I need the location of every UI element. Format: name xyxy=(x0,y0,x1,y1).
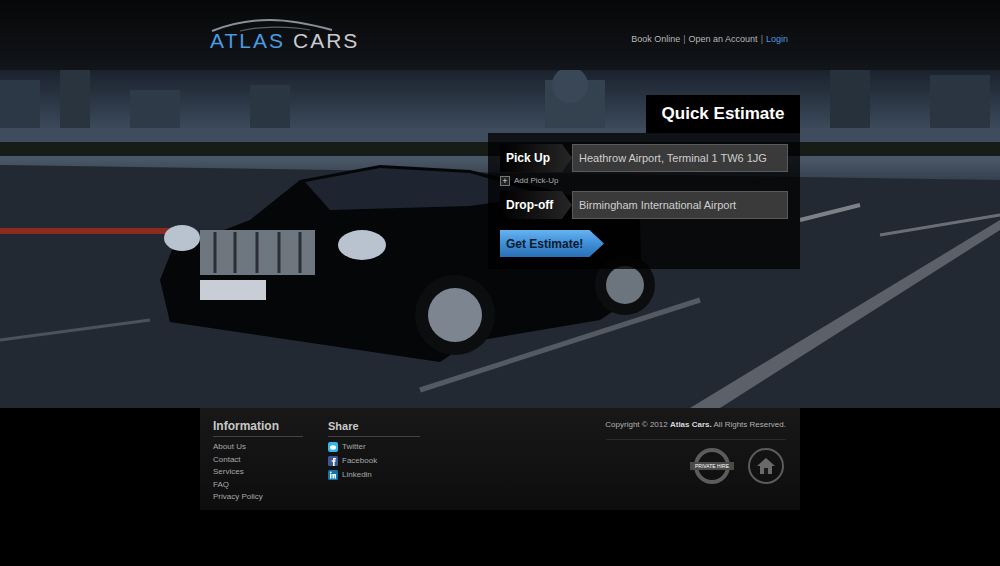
get-estimate-button[interactable]: Get Estimate! xyxy=(500,230,604,257)
footer-link[interactable]: About Us xyxy=(213,441,303,454)
add-pickup[interactable]: + Add Pick-Up xyxy=(500,175,788,187)
quick-estimate-title: Quick Estimate xyxy=(646,95,800,133)
share-link[interactable]: Twitter xyxy=(328,440,420,454)
logo-suffix: CARS xyxy=(293,30,359,52)
share-label: Linkedin xyxy=(342,469,372,481)
footer-link[interactable]: Contact xyxy=(213,454,303,467)
link-separator: | xyxy=(683,33,685,45)
dropoff-row: Drop-off Birmingham International Airpor… xyxy=(500,191,788,219)
hero: Quick Estimate Pick Up Heathrow Airport,… xyxy=(0,70,1000,408)
copyright: Copyright © 2012 Atlas Cars. All Rights … xyxy=(605,419,786,430)
footer-link[interactable]: FAQ xyxy=(213,479,303,492)
share-column: Share TwitterFacebookLinkedin xyxy=(328,419,420,510)
dropoff-field[interactable]: Birmingham International Airport xyxy=(572,191,788,219)
quick-estimate-panel: Quick Estimate Pick Up Heathrow Airport,… xyxy=(488,95,800,269)
top-links: Book Online|Open an Account|Login xyxy=(631,0,800,45)
dropoff-label: Drop-off xyxy=(500,191,572,219)
logo-brand: ATLAS xyxy=(210,30,285,52)
share-label: Twitter xyxy=(342,441,366,453)
private-hire-badge: PRIVATE HIRE xyxy=(694,448,730,484)
share-link[interactable]: Facebook xyxy=(328,454,420,468)
twitter-icon xyxy=(328,442,338,452)
house-badge-icon xyxy=(748,448,784,484)
linkedin-icon xyxy=(328,470,338,480)
link-separator: | xyxy=(761,33,763,45)
top-link[interactable]: Open an Account xyxy=(689,33,758,45)
share-link[interactable]: Linkedin xyxy=(328,468,420,482)
share-label: Facebook xyxy=(342,455,377,467)
plus-icon: + xyxy=(500,176,510,186)
top-link[interactable]: Login xyxy=(766,33,788,45)
header: ATLAS CARS Book Online|Open an Account|L… xyxy=(0,0,1000,70)
top-link[interactable]: Book Online xyxy=(631,33,680,45)
facebook-icon xyxy=(328,456,338,466)
footer-link[interactable]: Privacy Policy xyxy=(213,491,303,504)
logo[interactable]: ATLAS CARS xyxy=(200,0,359,52)
pickup-field[interactable]: Heathrow Airport, Terminal 1 TW6 1JG xyxy=(572,144,788,172)
information-column: Information About UsContactServicesFAQPr… xyxy=(213,419,303,510)
footer-link[interactable]: Services xyxy=(213,466,303,479)
pickup-label: Pick Up xyxy=(500,144,572,172)
footer: Information About UsContactServicesFAQPr… xyxy=(200,408,800,510)
pickup-row: Pick Up Heathrow Airport, Terminal 1 TW6… xyxy=(500,144,788,172)
